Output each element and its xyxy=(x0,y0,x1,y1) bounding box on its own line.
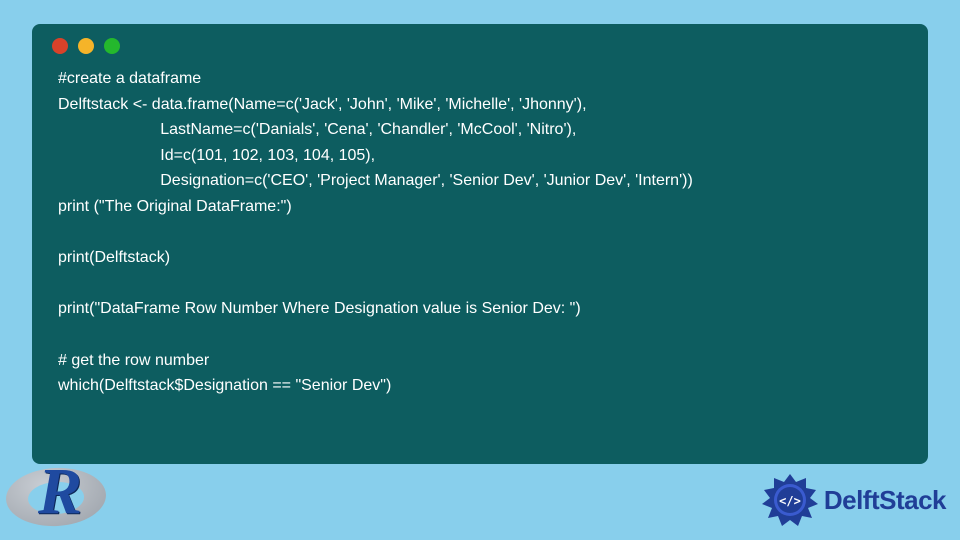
window-controls xyxy=(52,38,910,54)
code-line: #create a dataframe xyxy=(58,70,201,87)
delftstack-badge-icon: </> xyxy=(762,472,818,528)
delftstack-logo: </> DelftStack xyxy=(762,472,946,528)
code-line: Delftstack <- data.frame(Name=c('Jack', … xyxy=(58,96,587,113)
r-logo-letter: R xyxy=(38,454,82,530)
close-icon xyxy=(52,38,68,54)
delftstack-brand-text: DelftStack xyxy=(824,485,946,516)
code-line: # get the row number xyxy=(58,352,209,369)
code-line: print("DataFrame Row Number Where Design… xyxy=(58,300,581,317)
maximize-icon xyxy=(104,38,120,54)
r-language-logo: R xyxy=(2,460,112,532)
code-line: print ("The Original DataFrame:") xyxy=(58,198,292,215)
code-window: #create a dataframe Delftstack <- data.f… xyxy=(32,24,928,464)
code-block: #create a dataframe Delftstack <- data.f… xyxy=(58,66,910,399)
code-line: print(Delftstack) xyxy=(58,249,170,266)
code-line: Id=c(101, 102, 103, 104, 105), xyxy=(58,147,375,164)
minimize-icon xyxy=(78,38,94,54)
code-line: which(Delftstack$Designation == "Senior … xyxy=(58,377,391,394)
code-line: Designation=c('CEO', 'Project Manager', … xyxy=(58,172,693,189)
code-line: LastName=c('Danials', 'Cena', 'Chandler'… xyxy=(58,121,576,138)
svg-text:</>: </> xyxy=(779,494,801,508)
